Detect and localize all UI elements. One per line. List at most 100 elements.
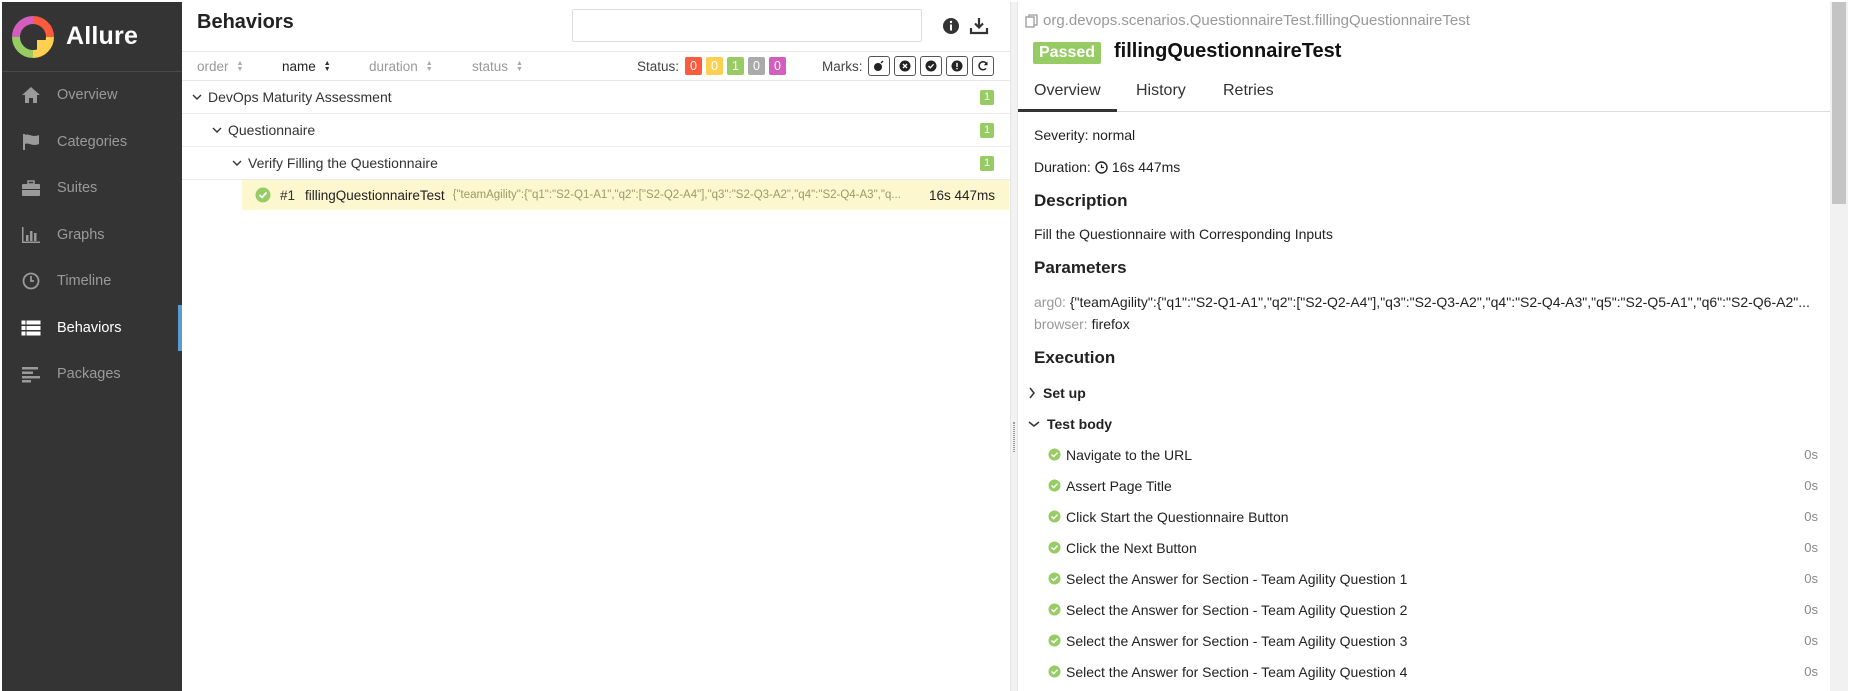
pane-resizer[interactable] bbox=[1010, 2, 1018, 691]
brand[interactable]: Allure bbox=[2, 2, 182, 72]
scrollbar-thumb[interactable] bbox=[1832, 2, 1846, 204]
step-label: Assert Page Title bbox=[1066, 477, 1172, 494]
severity: Severity: normal bbox=[1034, 127, 1136, 143]
info-button[interactable] bbox=[939, 14, 963, 38]
test-case-duration: 16s 447ms bbox=[928, 187, 995, 203]
description-heading: Description bbox=[1034, 191, 1128, 210]
check-circle-icon bbox=[1048, 603, 1061, 616]
step-label: Select the Answer for Section - Team Agi… bbox=[1066, 601, 1408, 618]
step-row[interactable]: Select the Answer for Section - Team Agi… bbox=[1048, 563, 1818, 594]
step-row[interactable]: Select the Answer for Section - Team Agi… bbox=[1048, 625, 1818, 656]
sort-status[interactable]: status ▲ ▼ bbox=[472, 59, 523, 74]
sidebar-item-label: Graphs bbox=[57, 226, 105, 243]
tree-node-story[interactable]: Verify Filling the Questionnaire 1 bbox=[182, 147, 1010, 180]
param-arg0: arg0: {"teamAgility":{"q1":"S2-Q1-A1","q… bbox=[1034, 294, 1810, 310]
refresh-icon bbox=[978, 61, 988, 71]
step-row[interactable]: Select the Answer for Section - Team Agi… bbox=[1048, 594, 1818, 625]
step-duration: 0s bbox=[1804, 571, 1818, 586]
search-input[interactable] bbox=[572, 9, 922, 42]
allure-logo-icon bbox=[12, 15, 54, 58]
sidebar-item-behaviors[interactable]: Behaviors bbox=[2, 304, 182, 352]
sidebar-item-categories[interactable]: Categories bbox=[2, 119, 182, 166]
test-case-number: #1 bbox=[280, 187, 296, 203]
tree-node-count: 1 bbox=[980, 90, 994, 105]
status-failed-badge[interactable]: 0 bbox=[685, 57, 702, 75]
step-duration: 0s bbox=[1804, 447, 1818, 462]
sort-duration[interactable]: duration ▲ ▼ bbox=[369, 59, 433, 74]
times-circle-icon bbox=[899, 60, 911, 72]
sidebar-item-label: Packages bbox=[57, 366, 121, 383]
breadcrumb-text: org.devops.scenarios.QuestionnaireTest.f… bbox=[1043, 12, 1470, 29]
chevron-right-icon bbox=[1029, 387, 1035, 399]
mark-new-broken-button[interactable] bbox=[946, 56, 968, 76]
sidebar-item-label: Suites bbox=[57, 180, 98, 197]
sort-name-label: name bbox=[282, 59, 316, 74]
step-label: Click Start the Questionnaire Button bbox=[1066, 508, 1289, 525]
mark-new-failed-button[interactable] bbox=[894, 56, 916, 76]
check-circle-icon bbox=[1048, 572, 1061, 585]
step-row[interactable]: Assert Page Title 0s bbox=[1048, 470, 1818, 501]
param-key: arg0 bbox=[1034, 294, 1063, 310]
sort-arrows-icon: ▲ ▼ bbox=[425, 59, 433, 73]
status-skipped-badge[interactable]: 0 bbox=[748, 57, 765, 75]
status-broken-badge[interactable]: 0 bbox=[706, 57, 723, 75]
sort-arrows-icon: ▲ ▼ bbox=[323, 59, 331, 73]
bar-chart-icon bbox=[20, 224, 42, 246]
sidebar-item-overview[interactable]: Overview bbox=[2, 72, 182, 119]
breadcrumb[interactable]: org.devops.scenarios.QuestionnaireTest.f… bbox=[1025, 12, 1470, 29]
sort-status-label: status bbox=[472, 59, 509, 74]
tab-history[interactable]: History bbox=[1120, 70, 1202, 112]
step-row[interactable]: Navigate to the URL 0s bbox=[1048, 439, 1818, 470]
step-row[interactable]: Click Start the Questionnaire Button 0s bbox=[1048, 501, 1818, 532]
param-browser: browser: firefox bbox=[1034, 316, 1130, 332]
tree-node-epic[interactable]: DevOps Maturity Assessment 1 bbox=[182, 81, 1010, 114]
scrollbar[interactable] bbox=[1830, 2, 1848, 691]
description-text: Fill the Questionnaire with Correspondin… bbox=[1034, 226, 1333, 242]
status-filter-label: Status: bbox=[637, 59, 680, 74]
briefcase-icon bbox=[20, 177, 42, 199]
flag-icon bbox=[20, 131, 42, 153]
sidebar-item-timeline[interactable]: Timeline bbox=[2, 258, 182, 305]
test-case-row[interactable]: #1 fillingQuestionnaireTest {"teamAgilit… bbox=[242, 180, 1009, 210]
sidebar-item-label: Overview bbox=[57, 87, 118, 104]
sidebar-item-suites[interactable]: Suites bbox=[2, 165, 182, 212]
step-label: Navigate to the URL bbox=[1066, 446, 1193, 463]
step-duration: 0s bbox=[1804, 509, 1818, 524]
testbody-toggle[interactable]: Test body bbox=[1028, 416, 1112, 432]
check-circle-icon bbox=[1048, 634, 1061, 647]
mark-new-passed-button[interactable] bbox=[920, 56, 942, 76]
tab-overview[interactable]: Overview bbox=[1018, 70, 1117, 112]
copy-icon bbox=[1025, 13, 1038, 28]
parameters-heading: Parameters bbox=[1034, 258, 1127, 277]
sidebar: Allure Overview Categories Suites Graphs bbox=[2, 2, 182, 691]
tree-node-feature[interactable]: Questionnaire 1 bbox=[182, 114, 1010, 147]
setup-toggle[interactable]: Set up bbox=[1028, 385, 1086, 401]
step-duration: 0s bbox=[1804, 633, 1818, 648]
brand-name: Allure bbox=[66, 22, 139, 50]
align-left-icon bbox=[20, 363, 42, 385]
status-unknown-badge[interactable]: 0 bbox=[769, 57, 786, 75]
step-duration: 0s bbox=[1804, 478, 1818, 493]
tab-retries[interactable]: Retries bbox=[1207, 70, 1290, 112]
status-badge: Passed bbox=[1033, 42, 1102, 64]
param-value: firefox bbox=[1091, 316, 1130, 332]
sidebar-item-graphs[interactable]: Graphs bbox=[2, 212, 182, 259]
step-label: Select the Answer for Section - Team Agi… bbox=[1066, 570, 1408, 587]
step-duration: 0s bbox=[1804, 540, 1818, 555]
step-row[interactable]: Select the Answer for Section - Team Agi… bbox=[1048, 656, 1818, 687]
mark-retries-button[interactable] bbox=[972, 56, 994, 76]
sort-arrows-icon: ▲ ▼ bbox=[516, 59, 523, 73]
sidebar-item-packages[interactable]: Packages bbox=[2, 351, 182, 398]
chevron-down-icon bbox=[1028, 421, 1040, 427]
sort-order[interactable]: order ▲ ▼ bbox=[197, 59, 243, 74]
mark-flaky-button[interactable] bbox=[868, 56, 890, 76]
check-circle-icon bbox=[1048, 541, 1061, 554]
step-label: Click the Next Button bbox=[1066, 539, 1197, 556]
sort-name[interactable]: name ▲ ▼ bbox=[282, 59, 331, 74]
sort-arrows-icon: ▲ ▼ bbox=[236, 59, 244, 73]
param-value: {"teamAgility":{"q1":"S2-Q1-A1","q2":["S… bbox=[1069, 294, 1810, 310]
status-passed-badge[interactable]: 1 bbox=[727, 57, 744, 75]
step-row[interactable]: Click the Next Button 0s bbox=[1048, 532, 1818, 563]
chevron-down-icon bbox=[232, 160, 242, 166]
download-button[interactable] bbox=[967, 14, 991, 38]
